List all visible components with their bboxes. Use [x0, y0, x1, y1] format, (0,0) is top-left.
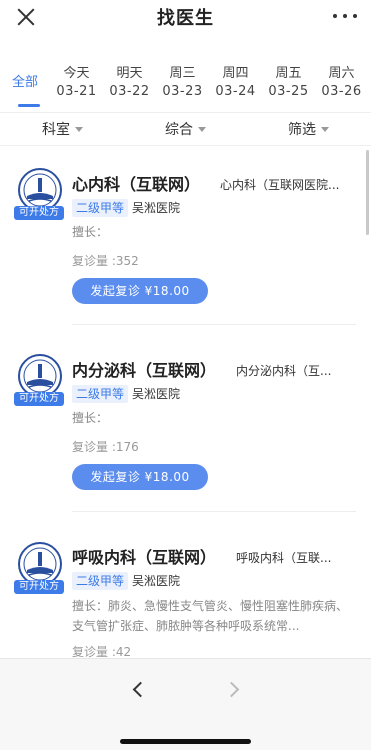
specialty-text: 擅长：	[72, 411, 109, 425]
caret-down-icon	[321, 126, 329, 132]
department-name: 心内科（互联网）	[72, 175, 201, 194]
date-tab-bar: 全部 今天 03-21 明天 03-22 周三 03-23 周四 03-24 周…	[0, 56, 371, 110]
card-divider	[72, 511, 356, 512]
filter-label: 科室	[42, 122, 70, 138]
more-icon[interactable]	[333, 6, 357, 26]
caret-down-icon	[75, 126, 83, 132]
consult-count: 复诊量 :176	[72, 440, 139, 454]
filter-label: 筛选	[288, 122, 316, 138]
prescription-badge: 可开处方	[14, 392, 64, 406]
hospital-name: 吴淞医院	[132, 387, 181, 401]
filter-label: 综合	[165, 122, 193, 138]
forward-icon[interactable]	[225, 681, 241, 697]
tab-weekday: 周三	[169, 66, 196, 81]
tab-weekday: 周四	[222, 66, 249, 81]
tab-date: 03-26	[321, 84, 362, 99]
tab-weekday: 周六	[328, 66, 355, 81]
hospital-level-tag: 二级甲等	[72, 385, 129, 403]
sort-filter[interactable]: 综合	[165, 119, 206, 139]
tab-date: 03-25	[268, 84, 309, 99]
caret-down-icon	[198, 126, 206, 132]
department-subtitle: 内分泌内科（互...	[236, 364, 332, 378]
consult-count: 复诊量 :352	[72, 254, 139, 268]
tab-day-5[interactable]: 周六 03-26	[315, 56, 368, 110]
prescription-badge: 可开处方	[14, 206, 64, 220]
filter-bar: 科室 综合 筛选	[0, 112, 371, 146]
tab-day-3[interactable]: 周四 03-24	[209, 56, 262, 110]
department-name: 内分泌科（互联网）	[72, 361, 217, 380]
department-filter[interactable]: 科室	[42, 119, 83, 139]
tab-date: 03-22	[109, 84, 150, 99]
tab-day-4[interactable]: 周五 03-25	[262, 56, 315, 110]
hospital-level-tag: 二级甲等	[72, 199, 129, 217]
close-icon[interactable]	[14, 5, 38, 29]
tab-day-1[interactable]: 明天 03-22	[103, 56, 156, 110]
top-bar: 找医生	[0, 0, 371, 34]
tab-date: 03-21	[56, 84, 97, 99]
tab-weekday: 今天	[63, 66, 90, 81]
home-indicator[interactable]	[120, 739, 251, 744]
department-subtitle: 心内科（互联网医院...	[220, 178, 340, 192]
more-filter[interactable]: 筛选	[288, 119, 329, 139]
specialty-text: 擅长：肺炎、急慢性支气管炎、慢性阻塞性肺疾病、支气管扩张症、肺脓肿等各种呼吸系统…	[72, 599, 349, 633]
tab-weekday: 明天	[116, 66, 143, 81]
hospital-level-tag: 二级甲等	[72, 572, 129, 590]
scrollbar[interactable]	[366, 150, 369, 235]
tab-date: 03-23	[162, 84, 203, 99]
browser-toolbar	[0, 658, 371, 750]
tab-all[interactable]: 全部	[0, 56, 50, 110]
tab-day-2[interactable]: 周三 03-23	[156, 56, 209, 110]
department-subtitle: 呼吸内科（互联...	[236, 551, 332, 565]
card-divider	[72, 324, 356, 325]
start-consult-button[interactable]: 发起复诊 ¥18.00	[72, 278, 208, 304]
tab-day-0[interactable]: 今天 03-21	[50, 56, 103, 110]
page-title: 找医生	[157, 8, 214, 29]
department-name: 呼吸内科（互联网）	[72, 548, 217, 567]
tab-date: 03-24	[215, 84, 256, 99]
prescription-badge: 可开处方	[14, 580, 64, 594]
specialty-text: 擅长：	[72, 225, 109, 239]
hospital-name: 吴淞医院	[132, 201, 181, 215]
tab-label: 全部	[11, 75, 38, 90]
hospital-name: 吴淞医院	[132, 574, 181, 588]
tab-weekday: 周五	[275, 66, 302, 81]
start-consult-button[interactable]: 发起复诊 ¥18.00	[72, 464, 208, 490]
back-icon[interactable]	[131, 681, 147, 697]
active-tab-indicator	[18, 104, 40, 107]
